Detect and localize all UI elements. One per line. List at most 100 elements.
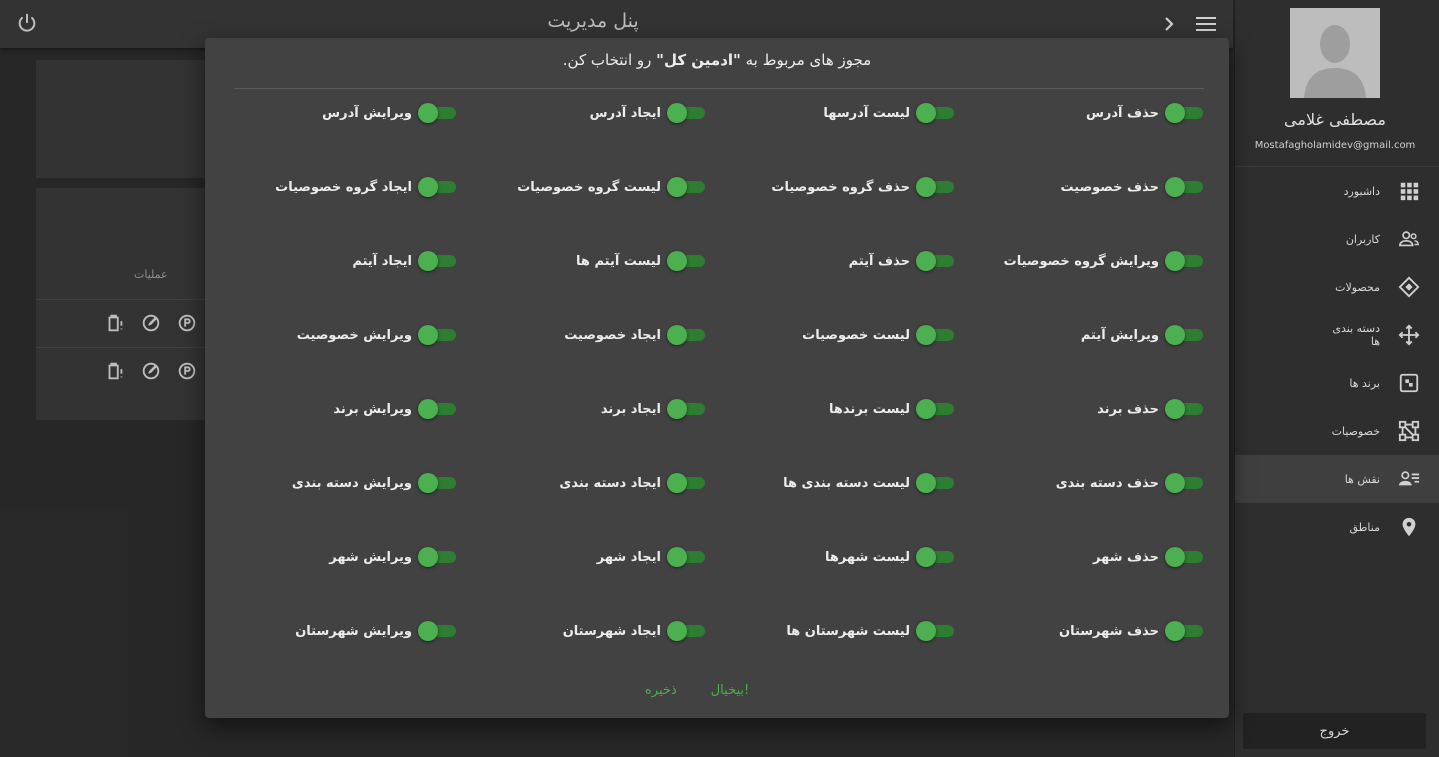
user-name: مصطفی غلامی — [1284, 110, 1386, 129]
permission-switch[interactable] — [916, 545, 954, 569]
switch-knob — [1165, 251, 1185, 271]
sidebar-item-products[interactable]: محصولات — [1235, 263, 1439, 311]
permission-switch[interactable] — [418, 175, 456, 199]
permission-toggle-item: لیست شهرها — [825, 545, 954, 569]
permission-switch[interactable] — [1165, 249, 1203, 273]
permission-label: ایجاد دسته بندی — [559, 475, 661, 491]
permission-switch[interactable] — [916, 101, 954, 125]
permission-toggle-item: حذف برند — [1097, 397, 1203, 421]
permission-label: لیست شهرها — [824, 549, 910, 565]
permission-toggle-item: ایجاد خصوصیت — [564, 323, 705, 347]
permission-label: حذف خصوصیت — [1060, 179, 1159, 195]
dialog-title-suffix: رو انتخاب کن. — [562, 51, 657, 69]
switch-knob — [1165, 325, 1185, 345]
permission-toggle-item: حذف شهر — [1093, 545, 1203, 569]
switch-knob — [667, 177, 687, 197]
permission-switch[interactable] — [667, 323, 705, 347]
permission-switch[interactable] — [667, 175, 705, 199]
permission-toggle-item: ویرایش خصوصیت — [297, 323, 456, 347]
menu-icon[interactable] — [1195, 16, 1217, 32]
permission-switch[interactable] — [916, 619, 954, 643]
permission-switch[interactable] — [418, 471, 456, 495]
permission-switch[interactable] — [667, 545, 705, 569]
sidebar-nav: داشبورد کاربران محصولات دسته بندی ها برن… — [1235, 167, 1439, 551]
permission-switch[interactable] — [1165, 397, 1203, 421]
switch-knob — [667, 325, 687, 345]
sidebar-item-label: خصوصیات — [1331, 424, 1380, 438]
switch-knob — [916, 177, 936, 197]
permission-toggle-item: لیست دسته بندی ها — [783, 471, 954, 495]
permission-switch[interactable] — [418, 101, 456, 125]
permission-switch[interactable] — [916, 397, 954, 421]
permission-label: ایجاد برند — [600, 401, 661, 417]
permission-switch[interactable] — [916, 175, 954, 199]
switch-knob — [418, 399, 438, 419]
sidebar-item-users[interactable]: کاربران — [1235, 215, 1439, 263]
switch-knob — [667, 621, 687, 641]
permission-label: حذف برند — [1097, 401, 1159, 417]
permission-toggle-item: ایجاد آدرس — [590, 101, 705, 125]
sidebar-item-label: دسته بندی ها — [1332, 322, 1380, 348]
sidebar-item-label: مناطق — [1349, 520, 1381, 534]
permission-label: لیست برندها — [829, 401, 910, 417]
permission-toggle-item: ویرایش آیتم — [1081, 323, 1203, 347]
permission-switch[interactable] — [667, 471, 705, 495]
sidebar-item-regions[interactable]: مناطق — [1235, 503, 1439, 551]
permission-label: لیست خصوصیات — [802, 327, 910, 343]
permission-toggle-item: لیست برندها — [829, 397, 954, 421]
permission-toggle-item: ویرایش برند — [333, 397, 456, 421]
permission-switch[interactable] — [667, 101, 705, 125]
permission-switch[interactable] — [1165, 545, 1203, 569]
permission-switch[interactable] — [418, 397, 456, 421]
permissions-dialog: مجوز های مربوط به "ادمین کل" رو انتخاب ک… — [205, 38, 1229, 718]
permission-switch[interactable] — [418, 619, 456, 643]
switch-knob — [1165, 103, 1185, 123]
switch-knob — [916, 399, 936, 419]
permission-toggle-item: ایجاد آیتم — [352, 249, 456, 273]
location-pin-icon — [1402, 517, 1416, 537]
permission-switch[interactable] — [667, 397, 705, 421]
sidebar-item-attributes[interactable]: خصوصیات — [1235, 407, 1439, 455]
permission-label: ایجاد شهر — [596, 549, 661, 565]
permission-switch[interactable] — [1165, 471, 1203, 495]
attributes-icon — [1398, 420, 1420, 442]
permission-switch[interactable] — [418, 249, 456, 273]
permission-switch[interactable] — [418, 545, 456, 569]
switch-knob — [667, 251, 687, 271]
permission-switch[interactable] — [1165, 175, 1203, 199]
permission-switch[interactable] — [1165, 323, 1203, 347]
permission-switch[interactable] — [916, 249, 954, 273]
dialog-actions: ذخیره بیخیال! — [645, 683, 749, 698]
permission-toggle-item: حذف آدرس — [1086, 101, 1203, 125]
permission-label: حذف شهر — [1093, 549, 1159, 565]
permission-label: ایجاد آیتم — [352, 253, 412, 269]
sidebar-item-roles[interactable]: نقش ها — [1235, 455, 1439, 503]
permission-switch[interactable] — [1165, 101, 1203, 125]
sidebar-item-dashboard[interactable]: داشبورد — [1235, 167, 1439, 215]
save-button[interactable]: ذخیره — [645, 683, 677, 698]
permission-switch[interactable] — [418, 323, 456, 347]
permission-label: ویرایش خصوصیت — [296, 327, 412, 343]
permission-label: لیست آدرسها — [823, 105, 910, 121]
chevron-right-icon[interactable] — [1162, 15, 1176, 33]
cancel-button[interactable]: بیخیال! — [711, 683, 749, 698]
sidebar-item-label: داشبورد — [1343, 184, 1380, 198]
permission-switch[interactable] — [916, 323, 954, 347]
sidebar-item-brands[interactable]: برند ها — [1235, 359, 1439, 407]
switch-knob — [1165, 621, 1185, 641]
switch-knob — [916, 325, 936, 345]
logout-button[interactable]: خروج — [1243, 713, 1426, 749]
permission-switch[interactable] — [916, 471, 954, 495]
sidebar-item-label: محصولات — [1335, 280, 1380, 294]
sidebar-item-categories[interactable]: دسته بندی ها — [1235, 311, 1439, 359]
permission-toggle-item: حذف دسته بندی — [1056, 471, 1203, 495]
switch-knob — [667, 473, 687, 493]
permission-label: حذف آدرس — [1085, 105, 1159, 121]
permission-switch[interactable] — [667, 249, 705, 273]
permission-switch[interactable] — [667, 619, 705, 643]
permission-label: لیست گروه خصوصیات — [517, 179, 661, 195]
switch-knob — [667, 547, 687, 567]
sidebar-item-label: نقش ها — [1344, 472, 1380, 486]
permission-label: لیست آیتم ها — [576, 253, 661, 269]
permission-switch[interactable] — [1165, 619, 1203, 643]
